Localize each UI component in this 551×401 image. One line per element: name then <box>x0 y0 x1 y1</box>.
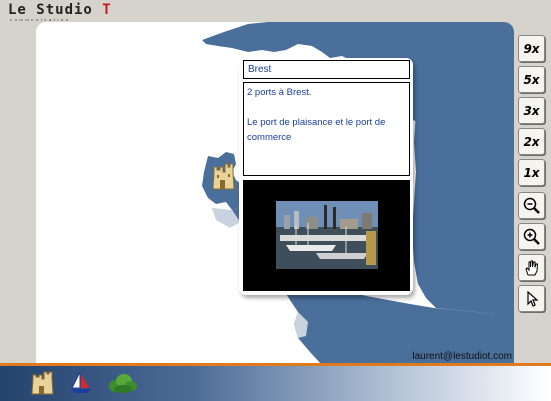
hand-icon <box>524 260 538 275</box>
popup-body: 2 ports à Brest. Le port de plaisance et… <box>243 82 410 176</box>
brand-title-accent: T <box>102 2 112 18</box>
info-popup: Brest 2 ports à Brest. Le port de plaisa… <box>239 58 413 295</box>
map-land-east <box>412 78 514 314</box>
castle-marker[interactable] <box>211 162 237 192</box>
castle-icon <box>31 371 54 395</box>
zoom-in-icon <box>523 228 540 245</box>
shrub-layer-button[interactable] <box>108 370 137 396</box>
brand-logo: Le Studio T communication <box>8 2 138 22</box>
zoom-3x-button[interactable]: 3x <box>518 97 545 124</box>
popup-media <box>243 180 410 291</box>
zoom-5x-button[interactable]: 5x <box>518 66 545 93</box>
sailboat-layer-button[interactable] <box>68 370 94 396</box>
harbor-photo <box>276 201 378 269</box>
zoom-2x-button[interactable]: 2x <box>518 128 545 155</box>
bottom-bar <box>0 363 551 401</box>
castle-icon <box>212 163 235 190</box>
zoom-out-button[interactable] <box>518 192 545 219</box>
popup-line <box>247 100 406 115</box>
zoom-1x-button[interactable]: 1x <box>518 159 545 186</box>
zoom-out-icon <box>523 197 540 214</box>
sailboat-icon <box>71 371 91 393</box>
zoom-in-button[interactable] <box>518 223 545 250</box>
select-button[interactable] <box>518 285 545 312</box>
credit-email: laurent@lestudiot.com <box>412 351 512 362</box>
zoom-9x-button[interactable]: 9x <box>518 35 545 62</box>
castle-layer-button[interactable] <box>30 370 56 396</box>
popup-line: Le port de plaisance et le port de comme… <box>247 117 386 143</box>
pan-button[interactable] <box>518 254 545 281</box>
popup-title: Brest <box>243 60 410 79</box>
shrub-icon <box>109 374 137 393</box>
pointer-icon <box>526 290 539 307</box>
popup-line: 2 ports à Brest. <box>247 87 312 98</box>
brand-title: Le Studio <box>8 2 103 18</box>
